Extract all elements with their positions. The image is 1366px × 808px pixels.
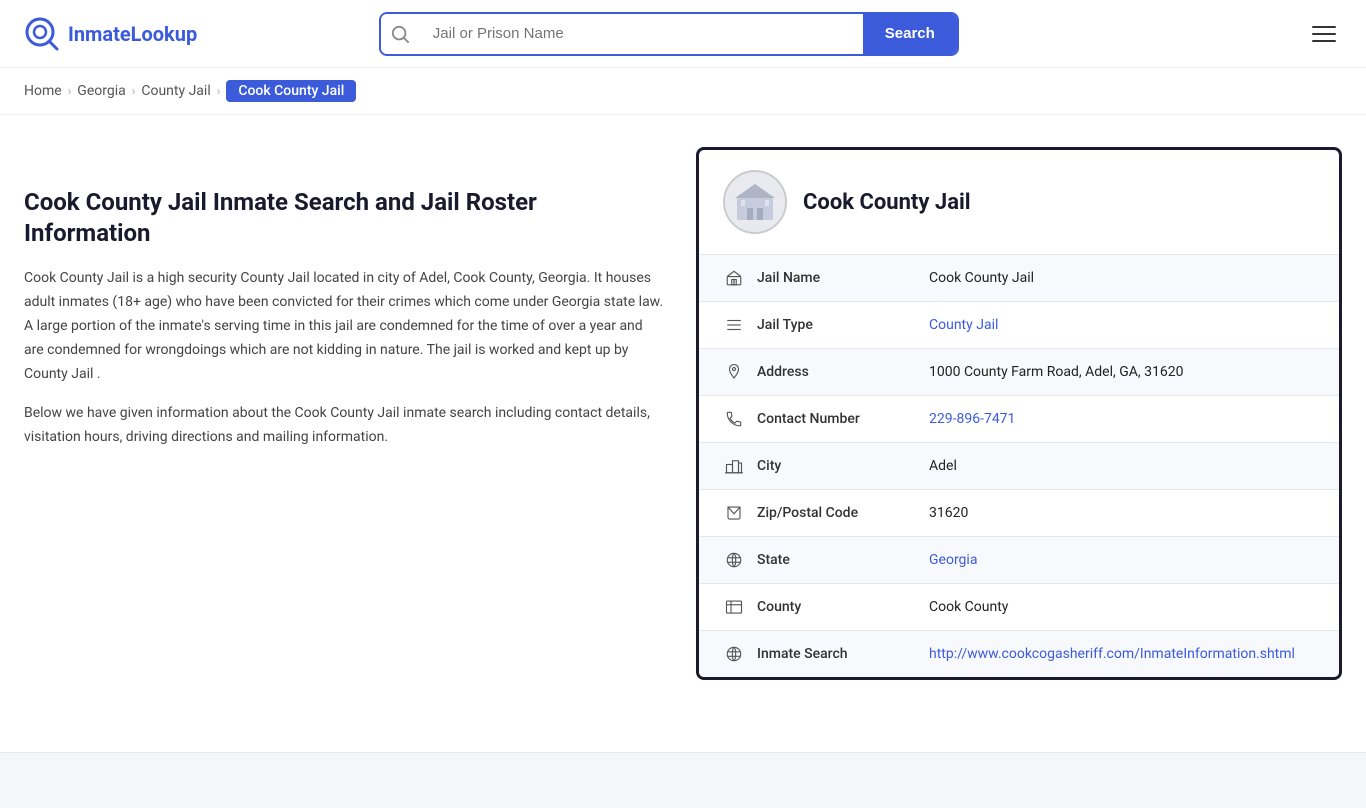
info-row: City Adel [699, 443, 1339, 490]
search-icon [381, 14, 419, 54]
info-value[interactable]: http://www.cookcogasheriff.com/InmateInf… [929, 646, 1315, 662]
logo-text: InmateLookup [68, 22, 197, 46]
jail-card-title: Cook County Jail [803, 190, 971, 215]
breadcrumb-county-jail[interactable]: County Jail [141, 83, 210, 99]
description-para2: Below we have given information about th… [24, 402, 664, 450]
breadcrumb: Home › Georgia › County Jail › Cook Coun… [0, 68, 1366, 115]
search-input[interactable] [419, 14, 863, 54]
breadcrumb-home[interactable]: Home [24, 83, 62, 99]
info-table: Jail Name Cook County Jail Jail Type County… [699, 255, 1339, 677]
info-label: State [757, 552, 917, 568]
menu-button[interactable] [1306, 20, 1342, 48]
breadcrumb-sep-1: › [68, 84, 72, 98]
jail-icon [723, 269, 745, 287]
info-label: Jail Type [757, 317, 917, 333]
info-row: Address 1000 County Farm Road, Adel, GA, … [699, 349, 1339, 396]
breadcrumb-current: Cook County Jail [226, 80, 356, 102]
info-label: County [757, 599, 917, 615]
breadcrumb-sep-2: › [132, 84, 136, 98]
breadcrumb-sep-3: › [217, 84, 221, 98]
jail-avatar [723, 170, 787, 234]
footer-bar [0, 752, 1366, 808]
info-link[interactable]: County Jail [929, 317, 998, 333]
info-link[interactable]: Georgia [929, 552, 977, 568]
header: InmateLookup Search [0, 0, 1366, 68]
page-title: Cook County Jail Inmate Search and Jail … [24, 187, 664, 249]
info-label: Contact Number [757, 411, 917, 427]
info-row: Zip/Postal Code 31620 [699, 490, 1339, 537]
main-content: Cook County Jail Inmate Search and Jail … [0, 115, 1366, 712]
info-value[interactable]: 229-896-7471 [929, 411, 1315, 427]
search-button[interactable]: Search [863, 14, 957, 54]
info-row: Jail Type County Jail [699, 302, 1339, 349]
right-column: Cook County Jail Jail Name Cook County Ja… [696, 147, 1342, 680]
description-para1: Cook County Jail is a high security Coun… [24, 267, 664, 386]
info-value: 1000 County Farm Road, Adel, GA, 31620 [929, 364, 1315, 380]
info-link[interactable]: 229-896-7471 [929, 411, 1015, 427]
info-row: State Georgia [699, 537, 1339, 584]
info-row: Inmate Search http://www.cookcogasheriff.… [699, 631, 1339, 677]
info-row: Jail Name Cook County Jail [699, 255, 1339, 302]
hamburger-line1 [1312, 26, 1336, 28]
logo-icon [24, 16, 60, 52]
info-label: City [757, 458, 917, 474]
info-value: 31620 [929, 505, 1315, 521]
web-icon [723, 645, 745, 663]
type-icon [723, 316, 745, 334]
state-icon [723, 551, 745, 569]
info-label: Jail Name [757, 270, 917, 286]
phone-icon [723, 410, 745, 428]
hamburger-line3 [1312, 40, 1336, 42]
info-label: Inmate Search [757, 646, 917, 662]
address-icon [723, 363, 745, 381]
jail-card-header: Cook County Jail [699, 150, 1339, 255]
city-icon [723, 457, 745, 475]
info-value[interactable]: Georgia [929, 552, 1315, 568]
zip-icon [723, 504, 745, 522]
info-value: Cook County [929, 599, 1315, 615]
info-row: Contact Number 229-896-7471 [699, 396, 1339, 443]
jail-card: Cook County Jail Jail Name Cook County Ja… [696, 147, 1342, 680]
info-row: County Cook County [699, 584, 1339, 631]
hamburger-line2 [1312, 33, 1336, 35]
info-value: Adel [929, 458, 1315, 474]
logo[interactable]: InmateLookup [24, 16, 197, 52]
info-link[interactable]: http://www.cookcogasheriff.com/InmateInf… [929, 646, 1295, 662]
info-value[interactable]: County Jail [929, 317, 1315, 333]
info-value: Cook County Jail [929, 270, 1315, 286]
info-label: Address [757, 364, 917, 380]
county-icon [723, 598, 745, 616]
search-bar: Search [379, 12, 959, 56]
breadcrumb-georgia[interactable]: Georgia [77, 83, 125, 99]
left-column: Cook County Jail Inmate Search and Jail … [24, 147, 664, 680]
info-label: Zip/Postal Code [757, 505, 917, 521]
